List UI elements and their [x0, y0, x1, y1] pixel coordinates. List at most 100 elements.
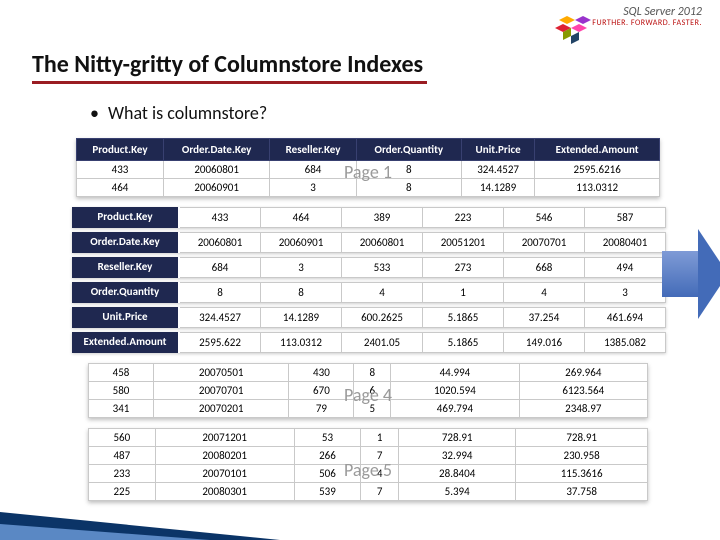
cell: 20070501 [154, 364, 289, 382]
cell: 20080401 [585, 232, 666, 253]
rowstore-table-5: 560 20071201 53 1 728.91 728.91 487 2008… [88, 428, 648, 501]
column-row: Order.Quantity 8 8 4 1 4 3 [72, 282, 666, 303]
column-row: Unit.Price 324.4527 14.1289 600.2625 5.1… [72, 307, 666, 328]
table-row: 464 20060901 3 8 14.1289 113.0312 [77, 179, 660, 197]
column-label: Order.Date.Key [72, 232, 180, 253]
cell: 115.3616 [516, 465, 648, 483]
column-label: Reseller.Key [72, 257, 180, 278]
cell: 464 [77, 179, 164, 197]
rowstore-table-4: 458 20070501 430 8 44.994 269.964 580 20… [88, 363, 648, 418]
cell: 341 [89, 400, 154, 418]
cell: 1 [423, 282, 504, 303]
cell: 20070701 [504, 232, 585, 253]
cell: 53 [294, 429, 361, 447]
cell: 44.994 [391, 364, 519, 382]
bullet-text: What is columnstore? [108, 102, 267, 124]
column-label: Order.Quantity [72, 282, 180, 303]
cell: 494 [585, 257, 666, 278]
arrow-icon [662, 229, 720, 319]
cell: 5.394 [399, 483, 516, 501]
cell: 20070201 [154, 400, 289, 418]
cell: 2595.6216 [535, 161, 660, 179]
cell: 728.91 [516, 429, 648, 447]
cell: 223 [423, 207, 504, 228]
cell: 28.8404 [399, 465, 516, 483]
header-cell: Reseller.Key [270, 139, 356, 161]
cell: 8 [354, 364, 391, 382]
cell: 20060801 [180, 232, 261, 253]
column-row: Extended.Amount 2595.622 113.0312 2401.0… [72, 332, 666, 353]
table-row: 458 20070501 430 8 44.994 269.964 [89, 364, 648, 382]
cell: 587 [585, 207, 666, 228]
cell: 20051201 [423, 232, 504, 253]
cell: 6123.564 [519, 382, 647, 400]
cell: 670 [289, 382, 354, 400]
header-cell: Product.Key [77, 139, 164, 161]
table-row: 580 20070701 670 6 1020.594 6123.564 [89, 382, 648, 400]
column-label: Unit.Price [72, 307, 180, 328]
slide-swoosh-icon [0, 524, 210, 540]
cell: 233 [89, 465, 156, 483]
cell: 728.91 [399, 429, 516, 447]
cell: 266 [294, 447, 361, 465]
cell: 506 [294, 465, 361, 483]
cell: 600.2625 [342, 307, 423, 328]
table-row: 233 20070101 506 4 28.8404 115.3616 [89, 465, 648, 483]
cell: 1020.594 [391, 382, 519, 400]
cell: 20060801 [163, 161, 269, 179]
cell: 3 [585, 282, 666, 303]
cell: 580 [89, 382, 154, 400]
column-label: Product.Key [72, 207, 180, 228]
header-cell: Extended.Amount [535, 139, 660, 161]
header-cell: Order.Date.Key [163, 139, 269, 161]
columnstore-layout: Product.Key 433 464 389 223 546 587 Orde… [72, 207, 666, 353]
column-row: Order.Date.Key 20060801 20060901 2006080… [72, 232, 666, 253]
cell: 14.1289 [261, 307, 342, 328]
cell: 324.4527 [461, 161, 534, 179]
diagram-container: Product.Key Order.Date.Key Reseller.Key … [72, 138, 664, 511]
cell: 6 [354, 382, 391, 400]
cell: 4 [361, 465, 399, 483]
cell: 20060801 [342, 232, 423, 253]
cell: 1385.082 [585, 332, 666, 353]
cell: 273 [423, 257, 504, 278]
cell: 458 [89, 364, 154, 382]
cell: 20080201 [155, 447, 294, 465]
cell: 5 [354, 400, 391, 418]
cell: 8 [180, 282, 261, 303]
cell: 2595.622 [180, 332, 261, 353]
cell: 4 [342, 282, 423, 303]
cell: 4 [504, 282, 585, 303]
cell: 269.964 [519, 364, 647, 382]
rowstore-page-1: Product.Key Order.Date.Key Reseller.Key … [72, 138, 664, 197]
cell: 461.694 [585, 307, 666, 328]
cell: 2401.05 [342, 332, 423, 353]
cell: 20060901 [163, 179, 269, 197]
brand-cube-icon [545, 10, 595, 48]
cell: 230.958 [516, 447, 648, 465]
cell: 433 [180, 207, 261, 228]
table-row: 341 20070201 79 5 469.794 2348.97 [89, 400, 648, 418]
cell: 14.1289 [461, 179, 534, 197]
header-cell: Order.Quantity [356, 139, 461, 161]
cell: 668 [504, 257, 585, 278]
cell: 20070101 [155, 465, 294, 483]
rowstore-table-1: Product.Key Order.Date.Key Reseller.Key … [76, 138, 660, 197]
cell: 3 [270, 179, 356, 197]
cell: 324.4527 [180, 307, 261, 328]
cell: 20070701 [154, 382, 289, 400]
cell: 433 [77, 161, 164, 179]
cell: 37.254 [504, 307, 585, 328]
cell: 560 [89, 429, 156, 447]
cell: 533 [342, 257, 423, 278]
cell: 20060901 [261, 232, 342, 253]
cell: 8 [261, 282, 342, 303]
rowstore-page-5: 560 20071201 53 1 728.91 728.91 487 2008… [72, 428, 664, 501]
column-label: Extended.Amount [72, 332, 180, 353]
cell: 5.1865 [423, 307, 504, 328]
sql-server-branding: SQL Server 2012 FURTHER. FORWARD. FASTER… [592, 6, 702, 28]
table-row: 433 20060801 684 8 324.4527 2595.6216 [77, 161, 660, 179]
cell: 546 [504, 207, 585, 228]
header-cell: Unit.Price [461, 139, 534, 161]
cell: 32.994 [399, 447, 516, 465]
